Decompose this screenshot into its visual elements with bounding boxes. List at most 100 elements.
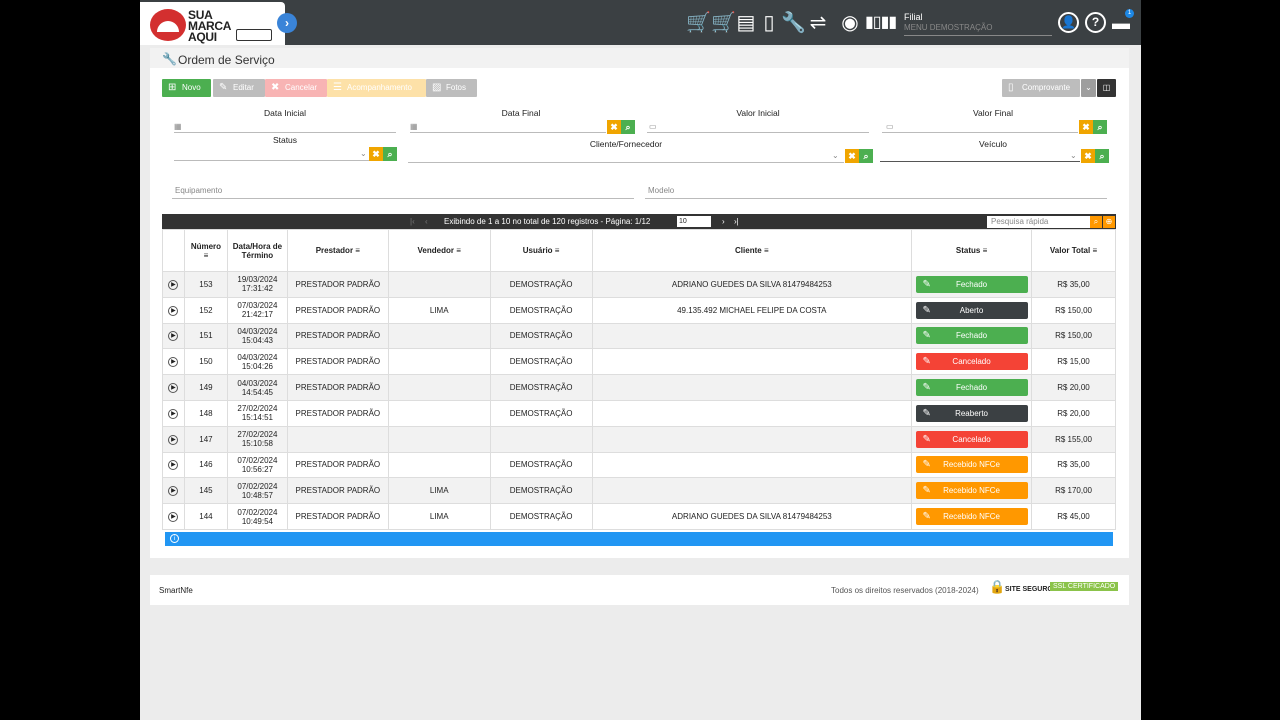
receipt-button[interactable]: ▯ Comprovante	[1002, 79, 1080, 97]
edit-button[interactable]: ✎ Editar	[213, 79, 265, 97]
column-header-vendedor[interactable]: Vendedor ≡	[387, 229, 491, 272]
status-button[interactable]: ✎ Aberto	[915, 301, 1028, 319]
advanced-search-icon[interactable]: ⊕	[1103, 216, 1115, 228]
sort-icon[interactable]: ≡	[355, 246, 360, 255]
model-field[interactable]: Modelo	[648, 186, 674, 195]
clear-icon[interactable]: ✖	[1079, 120, 1093, 134]
tracking-button[interactable]: ☰ Acompanhamento	[327, 79, 426, 97]
expand-row-icon[interactable]: ▶	[168, 383, 179, 394]
table-row[interactable]: ▶ 147 27/02/2024 15:10:58 ✎ Cancelado R$ 155,0…	[162, 425, 1116, 453]
cart-add-icon[interactable]: 🛒	[711, 13, 736, 33]
status-button[interactable]: ✎ Reaberto	[915, 404, 1028, 422]
expand-cell[interactable]: ▶	[162, 399, 185, 427]
vehicle-select[interactable]	[880, 161, 1080, 162]
search-icon[interactable]: ⌕	[1093, 120, 1107, 134]
table-row[interactable]: ▶ 153 19/03/2024 17:31:42 PRESTADOR PADRÃO DE…	[162, 271, 1116, 298]
status-button[interactable]: ✎ Recebido NFCe	[915, 482, 1028, 500]
brand-logo[interactable]: SUA MARCA AQUI	[140, 2, 285, 45]
value-end-input[interactable]	[882, 132, 1078, 133]
expand-cell[interactable]: ▶	[162, 425, 185, 453]
search-icon[interactable]: ⌕	[383, 147, 397, 161]
next-page-icon[interactable]: ›	[722, 217, 725, 226]
clear-icon[interactable]: ✖	[607, 120, 621, 134]
date-end-input[interactable]	[410, 132, 606, 133]
expand-cell[interactable]: ▶	[162, 503, 185, 530]
sort-icon[interactable]: ≡	[555, 246, 560, 255]
status-button[interactable]: ✎ Fechado	[915, 275, 1028, 293]
column-header-usuario[interactable]: Usuário ≡	[489, 229, 593, 272]
quick-search-input[interactable]: Pesquisa rápida	[987, 216, 1090, 228]
expand-cell[interactable]: ▶	[162, 477, 185, 505]
clear-icon[interactable]: ✖	[1081, 149, 1095, 163]
search-icon[interactable]: ⌕	[621, 120, 635, 134]
table-row[interactable]: ▶ 146 07/02/2024 10:56:27 PRESTADOR PADRÃO DE…	[162, 451, 1116, 479]
receipt-dropdown-button[interactable]: ⌄	[1081, 79, 1096, 97]
column-header-numero[interactable]: Número ≡	[183, 229, 228, 272]
table-row[interactable]: ▶ 148 27/02/2024 15:14:51 PRESTADOR PADRÃO DE…	[162, 399, 1116, 427]
user-circle-icon[interactable]: ◉	[839, 13, 861, 33]
table-row[interactable]: ▶ 151 04/03/2024 15:04:43 PRESTADOR PADRÃO DE…	[162, 322, 1116, 350]
expand-cell[interactable]: ▶	[162, 296, 185, 324]
status-button[interactable]: ✎ Recebido NFCe	[915, 456, 1028, 474]
search-icon[interactable]: ⌕	[1095, 149, 1109, 163]
expand-row-icon[interactable]: ▶	[168, 357, 179, 368]
new-button[interactable]: ⊞ Novo	[162, 79, 211, 97]
expand-row-icon[interactable]: ▶	[168, 331, 179, 342]
code-document-icon[interactable]: ▤	[735, 13, 757, 33]
column-header-prestador[interactable]: Prestador ≡	[286, 229, 389, 272]
client-select[interactable]	[408, 162, 844, 163]
table-row[interactable]: ▶ 145 07/02/2024 10:48:57 PRESTADOR PADRÃO LI…	[162, 477, 1116, 505]
search-icon[interactable]: ⌕	[1090, 216, 1102, 228]
date-start-input[interactable]	[174, 132, 396, 133]
columns-toggle-button[interactable]: ◫	[1097, 79, 1116, 97]
equipment-field[interactable]: Equipamento	[175, 186, 222, 195]
status-button[interactable]: ✎ Recebido NFCe	[915, 508, 1028, 526]
expand-cell[interactable]: ▶	[162, 374, 185, 401]
last-page-icon[interactable]: ›|	[734, 217, 739, 226]
status-select[interactable]	[174, 160, 370, 161]
sort-icon[interactable]: ≡	[456, 246, 461, 255]
filial-select[interactable]: MENU DEMOSTRAÇÃO	[904, 23, 1052, 36]
table-row[interactable]: ▶ 144 07/02/2024 10:49:54 PRESTADOR PADRÃO LI…	[162, 503, 1116, 530]
expand-row-icon[interactable]: ▶	[168, 486, 179, 497]
expand-row-icon[interactable]: ▶	[168, 305, 179, 316]
prev-page-icon[interactable]: ‹	[425, 217, 428, 226]
expand-row-icon[interactable]: ▶	[168, 434, 179, 445]
clear-icon[interactable]: ✖	[369, 147, 383, 161]
user-profile-icon[interactable]: 👤	[1058, 12, 1079, 33]
expand-row-icon[interactable]: ▶	[168, 279, 179, 290]
barcode-icon[interactable]: ▮▯▮▮	[865, 13, 897, 33]
sort-icon[interactable]: ≡	[764, 246, 769, 255]
column-header-data[interactable]: Data/Hora de Término	[226, 229, 288, 272]
sort-icon[interactable]: ≡	[983, 246, 988, 255]
expand-cell[interactable]: ▶	[162, 271, 185, 298]
cancel-button[interactable]: ✖ Cancelar	[265, 79, 327, 97]
sort-icon[interactable]: ≡	[204, 251, 209, 260]
handshake-icon[interactable]: ⇌	[807, 13, 829, 33]
help-icon[interactable]: ?	[1085, 12, 1106, 33]
column-header-cliente[interactable]: Cliente ≡	[591, 229, 913, 272]
photos-button[interactable]: ▨ Fotos	[426, 79, 477, 97]
first-page-icon[interactable]: |‹	[410, 217, 415, 226]
column-header-status[interactable]: Status ≡	[911, 229, 1033, 272]
cart-icon[interactable]: 🛒	[686, 13, 711, 33]
sort-icon[interactable]: ≡	[1092, 246, 1097, 255]
page-size-select[interactable]: 10	[677, 216, 711, 227]
expand-row-icon[interactable]: ▶	[168, 512, 179, 523]
table-row[interactable]: ▶ 152 07/03/2024 21:42:17 PRESTADOR PADRÃO LI…	[162, 296, 1116, 324]
search-icon[interactable]: ⌕	[859, 149, 873, 163]
sidebar-toggle-button[interactable]: ›	[277, 13, 297, 33]
wrench-icon[interactable]: 🔧	[781, 13, 806, 33]
table-row[interactable]: ▶ 150 04/03/2024 15:04:26 PRESTADOR PADRÃO DE…	[162, 348, 1116, 376]
clear-icon[interactable]: ✖	[845, 149, 859, 163]
status-button[interactable]: ✎ Fechado	[915, 327, 1028, 345]
status-button[interactable]: ✎ Fechado	[915, 379, 1028, 397]
status-button[interactable]: ✎ Cancelado	[915, 353, 1028, 371]
value-start-input[interactable]	[647, 132, 869, 133]
expand-row-icon[interactable]: ▶	[168, 460, 179, 471]
expand-row-icon[interactable]: ▶	[168, 408, 179, 419]
document-icon[interactable]: ▯	[758, 13, 780, 33]
expand-cell[interactable]: ▶	[162, 322, 185, 350]
expand-cell[interactable]: ▶	[162, 451, 185, 479]
status-button[interactable]: ✎ Cancelado	[915, 430, 1028, 448]
